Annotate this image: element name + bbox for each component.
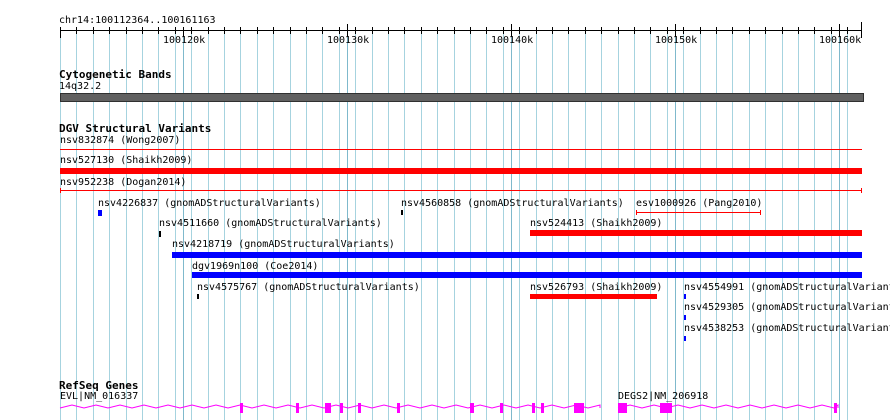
variant-bar[interactable] <box>684 336 686 341</box>
variant-bar[interactable] <box>197 294 199 299</box>
track-grid <box>60 30 848 420</box>
variant-bar[interactable] <box>684 315 686 320</box>
variant-bar-cap <box>636 210 637 215</box>
gene-exon <box>541 403 544 413</box>
variant-bar[interactable] <box>159 231 161 237</box>
variant-bar[interactable] <box>60 149 862 150</box>
gene-exon <box>618 403 627 413</box>
variant-label: nsv4538253 (gnomADStructuralVariants) <box>684 323 890 334</box>
variant-label: nsv526793 (Shaikh2009) <box>530 282 663 293</box>
cytoband-track-title: Cytogenetic Bands <box>59 68 172 81</box>
ruler-tick-label: 100160k <box>819 35 862 46</box>
gene-exon <box>500 403 503 413</box>
variant-label: nsv832874 (Wong2007) <box>60 135 181 146</box>
variant-label: nsv527130 (Shaikh2009) <box>60 155 193 166</box>
gene-exon <box>358 403 361 413</box>
variant-bar[interactable] <box>530 230 862 236</box>
variant-label: nsv4511660 (gnomADStructuralVariants) <box>159 218 382 229</box>
variant-label: dgv1969n100 (Coe2014) <box>192 261 319 272</box>
variant-label: nsv952238 (Dogan2014) <box>60 177 187 188</box>
gene-exon <box>834 403 837 413</box>
variant-bar[interactable] <box>636 212 761 213</box>
ruler-tick-label: 100140k <box>491 35 534 46</box>
gene-exon <box>296 403 299 413</box>
variant-label: nsv524413 (Shaikh2009) <box>530 218 663 229</box>
variant-bar[interactable] <box>684 294 686 299</box>
gene-exon <box>340 403 343 413</box>
variant-label: nsv4529305 (gnomADStructuralVariants) <box>684 302 890 313</box>
gene-exon <box>574 403 584 413</box>
variant-label: nsv4560858 (gnomADStructuralVariants) <box>401 198 624 209</box>
gene-exon <box>325 403 331 413</box>
variant-label: nsv4575767 (gnomADStructuralVariants) <box>197 282 420 293</box>
ruler-tick-label: 100150k <box>655 35 698 46</box>
variant-label: nsv4554991 (gnomADStructuralVariants) <box>684 282 890 293</box>
variant-label: nsv4226837 (gnomADStructuralVariants) <box>98 198 321 209</box>
variant-label: nsv4218719 (gnomADStructuralVariants) <box>172 239 395 250</box>
variant-bar[interactable] <box>401 210 403 215</box>
gene-label: EVL|NM_016337 <box>60 391 139 402</box>
cytoband-bar[interactable] <box>60 93 864 102</box>
gene-exon <box>660 403 672 413</box>
coordinate-ruler[interactable] <box>0 0 890 60</box>
dgv-track-title: DGV Structural Variants <box>59 122 212 135</box>
variant-bar-cap <box>760 210 761 215</box>
gene-exon <box>470 403 474 413</box>
gene-exon <box>397 403 400 413</box>
ruler-tick-label: 100130k <box>327 35 370 46</box>
variant-bar[interactable] <box>530 294 657 299</box>
gene-intron <box>617 404 839 409</box>
variant-label: esv1000926 (Pang2010) <box>636 198 763 209</box>
ruler-tick-label: 100120k <box>163 35 206 46</box>
ruler-coordinate-label: chr14:100112364..100161163 <box>59 15 216 27</box>
gene-exon <box>532 403 535 413</box>
variant-bar[interactable] <box>60 168 862 174</box>
variant-bar-cap <box>861 188 862 193</box>
gene-label: DEGS2|NM_206918 <box>618 391 709 402</box>
variant-bar[interactable] <box>60 190 862 191</box>
cytoband-label: 14q32.2 <box>59 81 102 92</box>
gene-exon <box>240 403 243 413</box>
variant-bar[interactable] <box>172 252 862 258</box>
variant-bar[interactable] <box>98 210 102 216</box>
